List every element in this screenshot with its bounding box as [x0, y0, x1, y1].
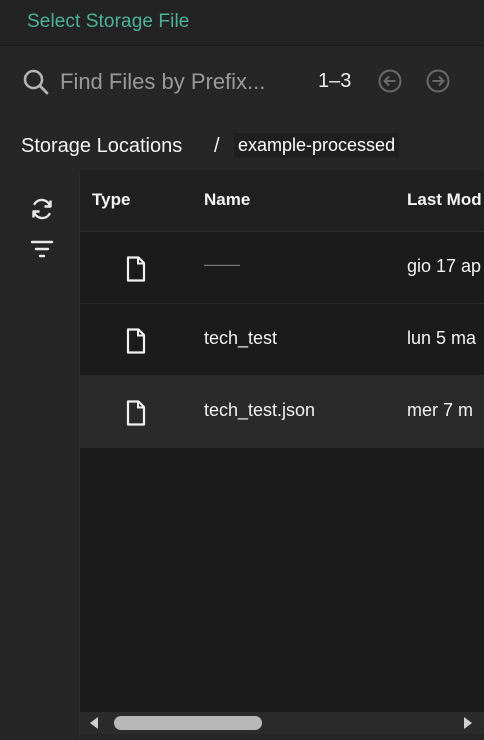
- file-icon: [126, 400, 146, 426]
- file-last-modified: gio 17 ap: [407, 256, 482, 276]
- breadcrumb: Storage Locations / example-processed: [0, 118, 484, 170]
- search-input[interactable]: [60, 66, 300, 98]
- search-icon: [23, 69, 49, 95]
- previous-page-icon[interactable]: [377, 68, 403, 94]
- dialog-title: Select Storage File: [27, 11, 190, 32]
- scroll-left-icon[interactable]: [90, 717, 98, 729]
- file-name: tech_test.json: [204, 400, 316, 420]
- side-toolbar: [0, 170, 80, 740]
- table-row[interactable]: tech_test lun 5 ma: [80, 304, 484, 376]
- file-table: Type Name Last Mod —— gio 17 ap tech_tes…: [80, 170, 484, 712]
- file-name: tech_test: [204, 328, 278, 348]
- column-header-last-modified[interactable]: Last Mod: [407, 190, 482, 210]
- horizontal-scrollbar[interactable]: [80, 712, 484, 734]
- file-icon: [126, 256, 146, 282]
- file-name: ——: [204, 254, 240, 274]
- file-icon: [126, 328, 146, 354]
- search-bar: 1–3: [0, 46, 484, 118]
- scrollbar-thumb[interactable]: [114, 716, 262, 730]
- file-last-modified: lun 5 ma: [407, 328, 477, 348]
- scroll-right-icon[interactable]: [464, 717, 472, 729]
- breadcrumb-storage-locations[interactable]: Storage Locations: [21, 135, 182, 158]
- breadcrumb-separator: /: [214, 135, 220, 157]
- table-row[interactable]: —— gio 17 ap: [80, 232, 484, 304]
- column-header-name[interactable]: Name: [204, 190, 250, 210]
- breadcrumb-current-location[interactable]: example-processed: [234, 133, 400, 158]
- dialog-header: Select Storage File: [0, 0, 484, 46]
- filter-icon[interactable]: [30, 238, 54, 260]
- next-page-icon[interactable]: [425, 68, 451, 94]
- table-row[interactable]: tech_test.json mer 7 m: [80, 376, 484, 448]
- pagination-range: 1–3: [318, 70, 352, 92]
- footer-strip: [80, 734, 484, 740]
- table-header: Type Name Last Mod: [80, 170, 484, 232]
- file-last-modified: mer 7 m: [407, 400, 474, 420]
- column-header-type[interactable]: Type: [92, 190, 130, 210]
- refresh-icon[interactable]: [29, 196, 55, 222]
